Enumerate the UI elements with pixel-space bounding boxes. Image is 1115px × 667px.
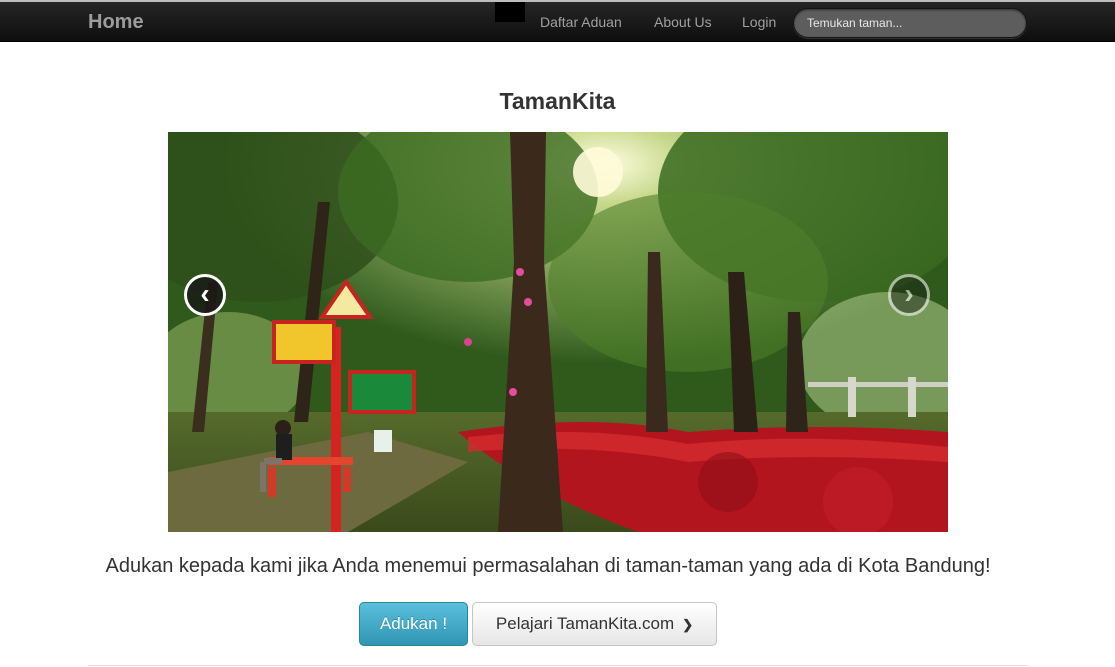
chevron-right-icon: ❯: [682, 617, 694, 632]
top-navbar: Home Daftar Aduan About Us Login: [0, 0, 1115, 42]
carousel-next-button[interactable]: ›: [888, 274, 930, 316]
divider: [88, 665, 1028, 666]
page-title: TamanKita: [499, 88, 616, 114]
nav-link-login[interactable]: Login: [742, 14, 776, 30]
park-photo: [168, 132, 948, 532]
brand-home-link[interactable]: Home: [88, 11, 144, 34]
carousel-prev-button[interactable]: ‹: [184, 274, 226, 316]
search-input[interactable]: [793, 8, 1027, 38]
adukan-button-label: Adukan !: [379, 614, 448, 633]
adukan-button[interactable]: Adukan !: [359, 602, 468, 646]
nav-link-daftar-aduan[interactable]: Daftar Aduan: [540, 14, 622, 30]
lead-text: Adukan kepada kami jika Anda menemui per…: [105, 555, 991, 577]
park-carousel: ‹ ›: [168, 132, 948, 532]
nav-link-about-us[interactable]: About Us: [654, 14, 712, 30]
pelajari-button[interactable]: Pelajari TamanKita.com ❯: [472, 602, 717, 646]
pelajari-button-label: Pelajari TamanKita.com: [495, 614, 675, 633]
navbar-decoration: [495, 2, 525, 22]
